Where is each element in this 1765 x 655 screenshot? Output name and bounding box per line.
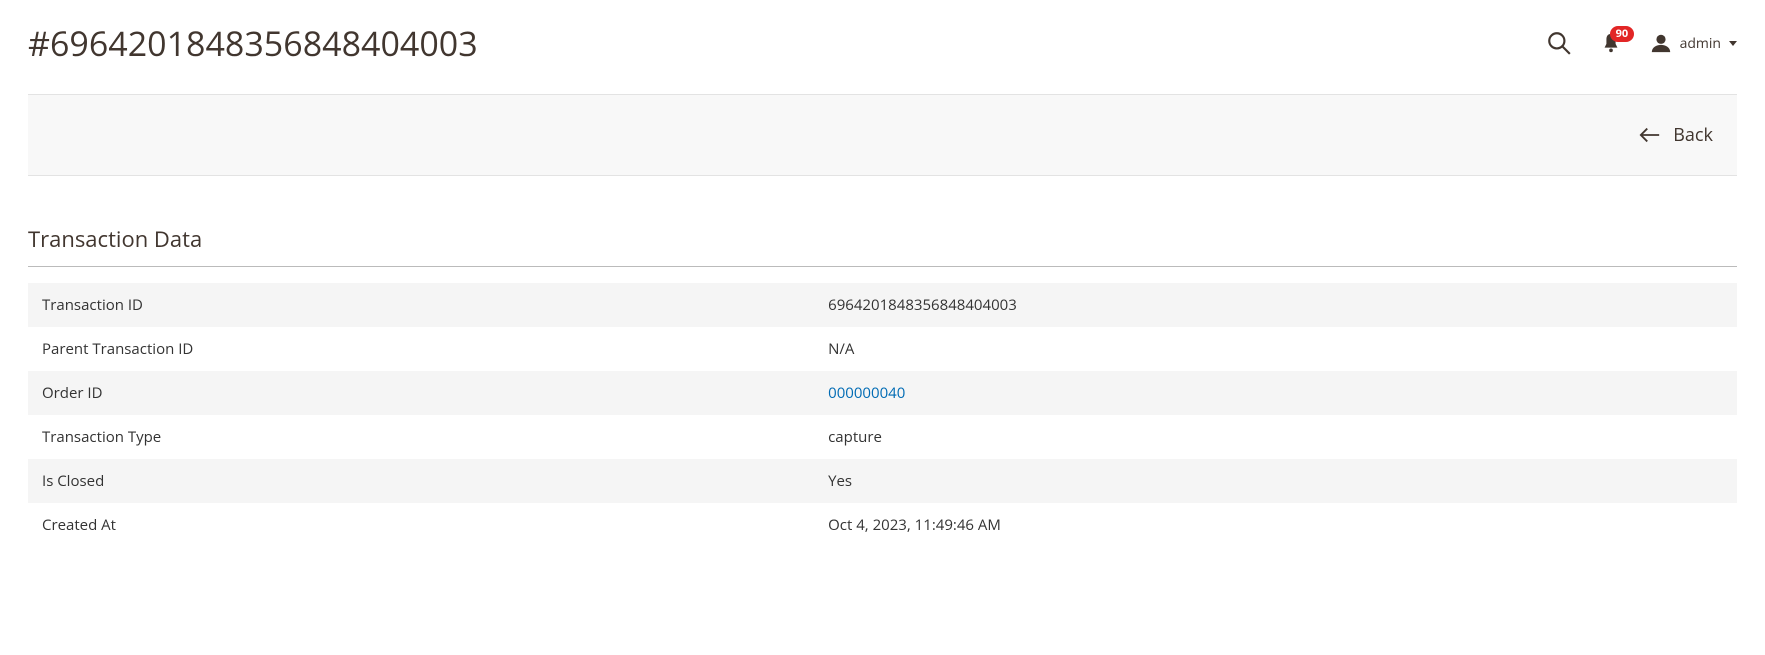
search-button[interactable] [1546, 30, 1572, 56]
notification-badge: 90 [1610, 26, 1635, 42]
page-header: #6964201848356848404003 90 admin [0, 0, 1765, 94]
table-row: Order ID 000000040 [28, 371, 1737, 415]
row-value: Yes [814, 459, 1737, 503]
user-name: admin [1680, 34, 1721, 53]
transaction-data-table: Transaction ID6964201848356848404003Pare… [28, 283, 1737, 547]
toolbar: Back [28, 94, 1737, 176]
table-row: Parent Transaction IDN/A [28, 327, 1737, 371]
table-row: Transaction ID6964201848356848404003 [28, 283, 1737, 327]
row-value: capture [814, 415, 1737, 459]
notifications-button[interactable]: 90 [1600, 32, 1622, 54]
transaction-data-section: Transaction Data Transaction ID696420184… [28, 224, 1737, 547]
row-label: Order ID [28, 371, 814, 415]
table-row: Transaction Typecapture [28, 415, 1737, 459]
row-value: 000000040 [814, 371, 1737, 415]
back-label: Back [1673, 123, 1713, 147]
row-label: Transaction ID [28, 283, 814, 327]
row-label: Created At [28, 503, 814, 547]
section-title: Transaction Data [28, 224, 1737, 267]
row-value: Oct 4, 2023, 11:49:46 AM [814, 503, 1737, 547]
arrow-left-icon [1639, 127, 1661, 143]
row-value: N/A [814, 327, 1737, 371]
row-label: Parent Transaction ID [28, 327, 814, 371]
table-row: Created AtOct 4, 2023, 11:49:46 AM [28, 503, 1737, 547]
order-id-link[interactable]: 000000040 [828, 383, 905, 403]
user-menu[interactable]: admin [1650, 32, 1737, 54]
row-label: Transaction Type [28, 415, 814, 459]
search-icon [1546, 30, 1572, 56]
chevron-down-icon [1729, 41, 1737, 46]
row-value: 6964201848356848404003 [814, 283, 1737, 327]
back-button[interactable]: Back [1639, 123, 1713, 147]
row-label: Is Closed [28, 459, 814, 503]
header-actions: 90 admin [1546, 30, 1737, 56]
page-title: #6964201848356848404003 [28, 20, 478, 66]
user-icon [1650, 32, 1672, 54]
table-row: Is ClosedYes [28, 459, 1737, 503]
